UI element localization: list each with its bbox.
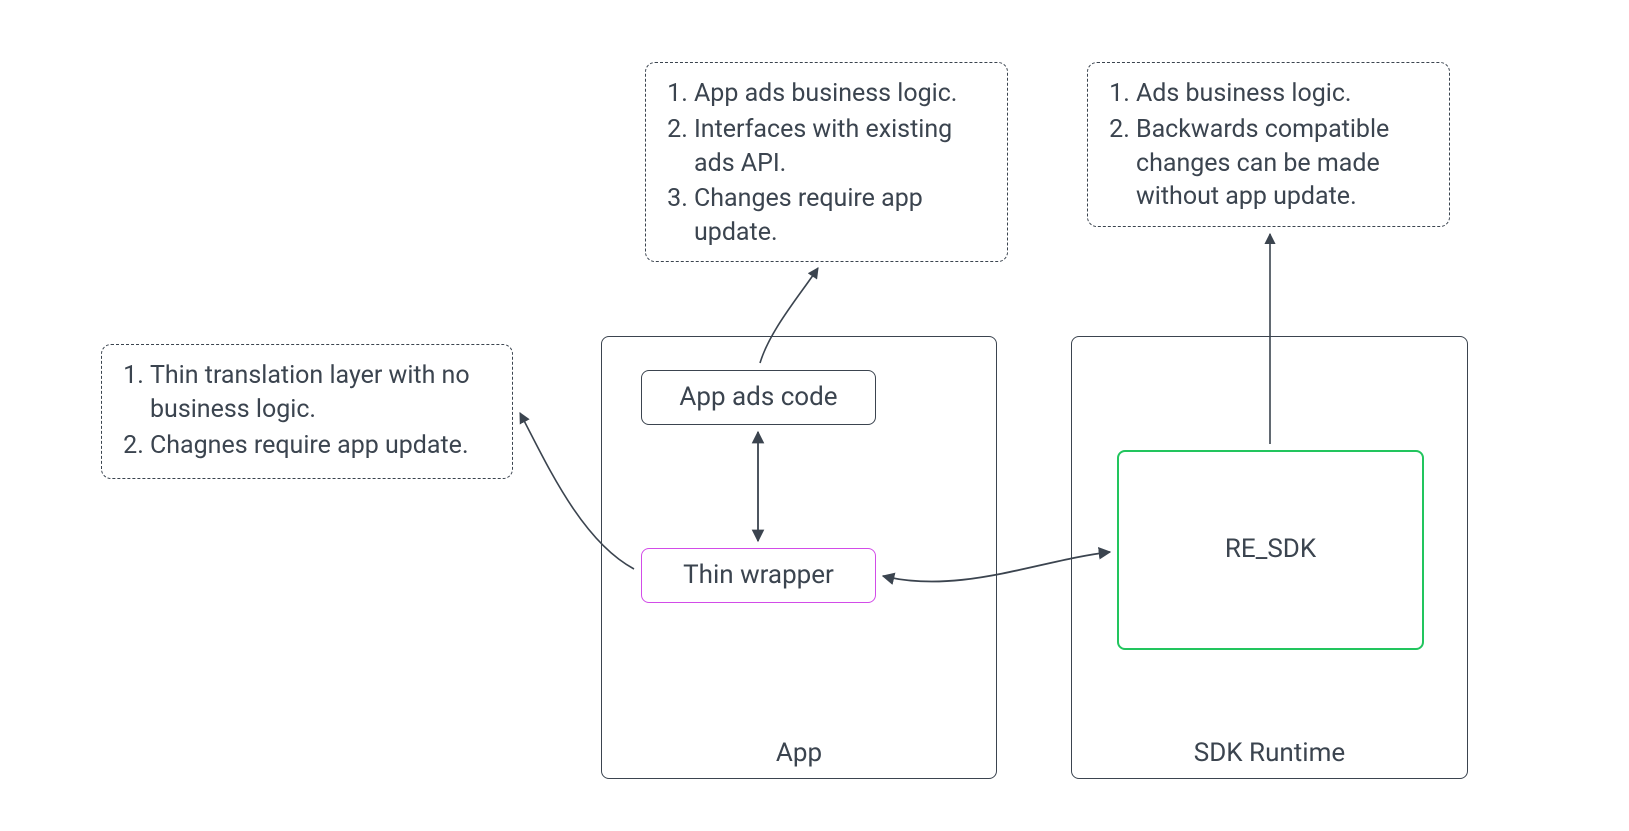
note-left: Thin translation layer with no business … bbox=[101, 344, 513, 479]
app-ads-code-label: App ads code bbox=[679, 380, 837, 415]
thin-wrapper-label: Thin wrapper bbox=[683, 558, 834, 593]
note-left-item: Thin translation layer with no business … bbox=[150, 359, 494, 427]
sdk-runtime-container-label: SDK Runtime bbox=[1071, 738, 1468, 768]
note-top-mid-item: Interfaces with existing ads API. bbox=[694, 113, 989, 181]
note-top-mid-list: App ads business logic. Interfaces with … bbox=[668, 77, 989, 250]
note-left-list: Thin translation layer with no business … bbox=[124, 359, 494, 462]
note-top-right-list: Ads business logic. Backwards compatible… bbox=[1110, 77, 1431, 214]
note-top-right-item: Backwards compatible changes can be made… bbox=[1136, 113, 1431, 214]
note-left-item: Chagnes require app update. bbox=[150, 429, 494, 463]
note-top-right-item: Ads business logic. bbox=[1136, 77, 1431, 111]
app-ads-code-node: App ads code bbox=[641, 370, 876, 425]
thin-wrapper-node: Thin wrapper bbox=[641, 548, 876, 603]
note-top-mid-item: Changes require app update. bbox=[694, 182, 989, 250]
note-top-right: Ads business logic. Backwards compatible… bbox=[1087, 62, 1450, 227]
re-sdk-node: RE_SDK bbox=[1117, 450, 1424, 650]
re-sdk-label: RE_SDK bbox=[1225, 532, 1316, 567]
note-top-mid-item: App ads business logic. bbox=[694, 77, 989, 111]
app-container-label: App bbox=[601, 738, 997, 768]
diagram-canvas: App SDK Runtime App ads code Thin wrappe… bbox=[0, 0, 1629, 831]
note-top-mid: App ads business logic. Interfaces with … bbox=[645, 62, 1008, 262]
